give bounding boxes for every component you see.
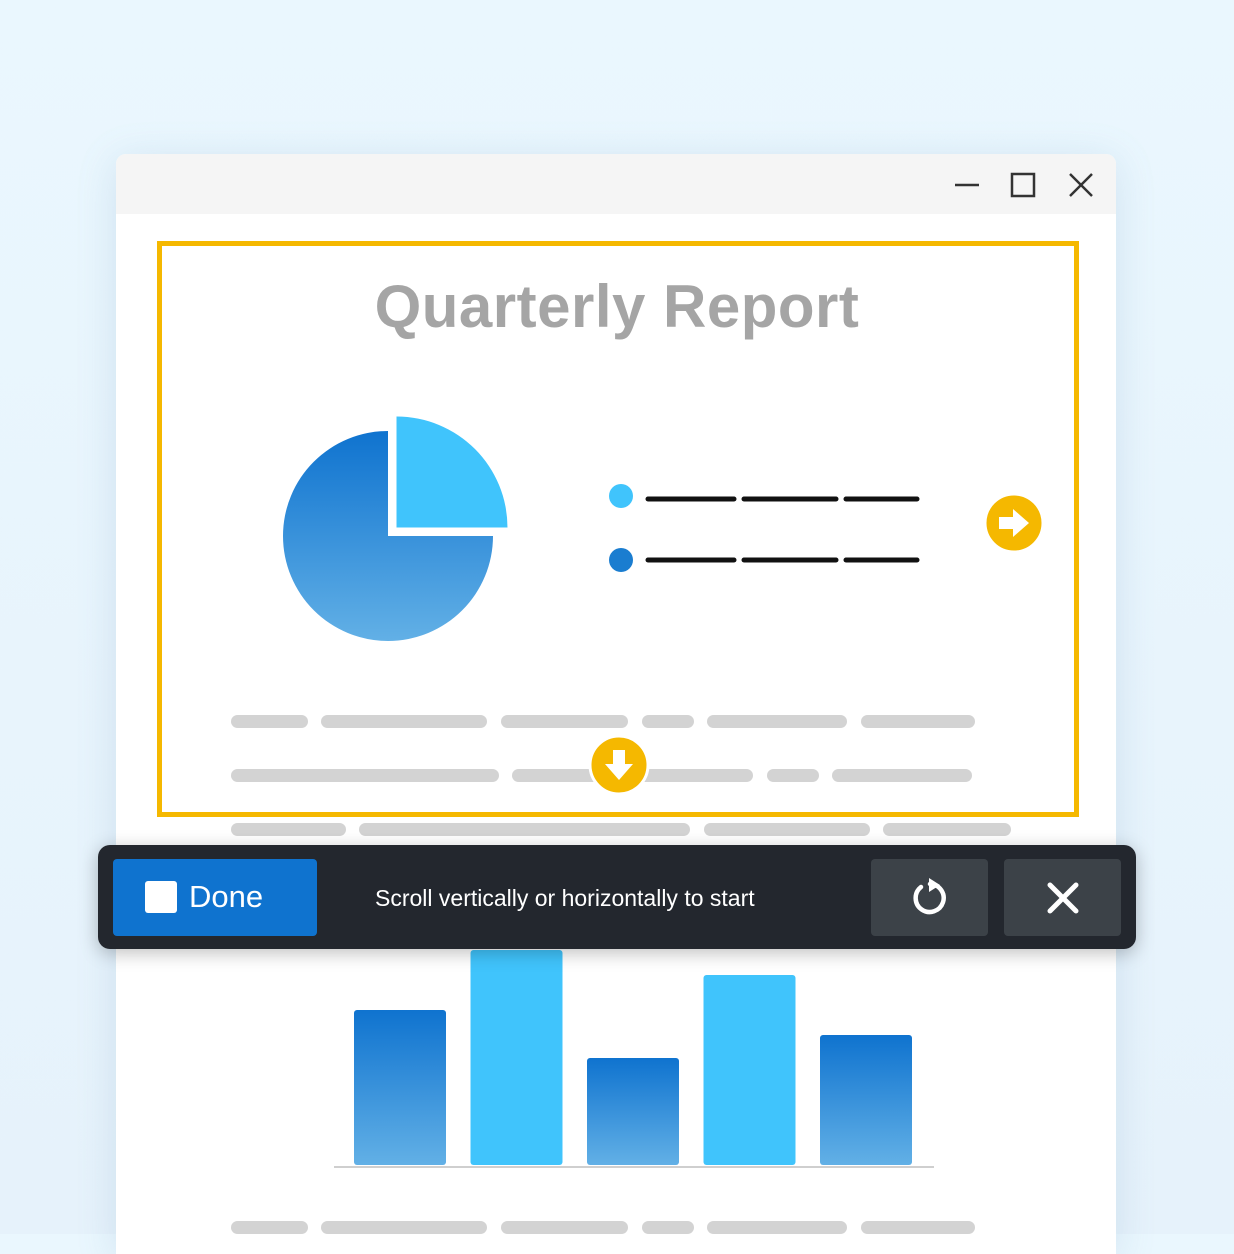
- scroll-capture-toolbar: Done Scroll vertically or horizontally t…: [98, 845, 1136, 949]
- instruction-text: Scroll vertically or horizontally to sta…: [375, 885, 755, 911]
- reset-button[interactable]: [871, 859, 988, 936]
- bar: [703, 975, 796, 1165]
- text-placeholder-line: [642, 1221, 694, 1234]
- arrow-right-icon[interactable]: [982, 491, 1046, 555]
- bar: [470, 950, 563, 1165]
- arrow-down-icon[interactable]: [587, 733, 651, 797]
- text-placeholder-line: [359, 823, 690, 836]
- maximize-icon[interactable]: [1006, 168, 1040, 202]
- stop-square-icon: [145, 881, 177, 913]
- text-placeholder-line: [707, 1221, 847, 1234]
- x-icon: [1047, 882, 1079, 914]
- bar: [587, 1058, 679, 1165]
- text-placeholder-line: [321, 1221, 487, 1234]
- cancel-button[interactable]: [1004, 859, 1121, 936]
- rotate-ccw-icon: [913, 878, 946, 915]
- text-placeholder-line: [861, 1221, 975, 1234]
- text-placeholder-line: [501, 1221, 628, 1234]
- window-titlebar: [116, 154, 1116, 214]
- done-button[interactable]: Done: [113, 859, 317, 936]
- text-placeholder-line: [883, 823, 1011, 836]
- close-icon[interactable]: [1064, 168, 1098, 202]
- text-placeholder-line: [704, 823, 870, 836]
- text-placeholder-line: [231, 1221, 308, 1234]
- bar: [820, 1035, 912, 1165]
- bar-chart: [334, 950, 934, 1168]
- text-placeholder-line: [231, 823, 346, 836]
- minimize-icon[interactable]: [950, 168, 984, 202]
- scroll-capture-selection[interactable]: [157, 241, 1079, 817]
- bar: [354, 1010, 446, 1165]
- done-button-label: Done: [189, 879, 264, 914]
